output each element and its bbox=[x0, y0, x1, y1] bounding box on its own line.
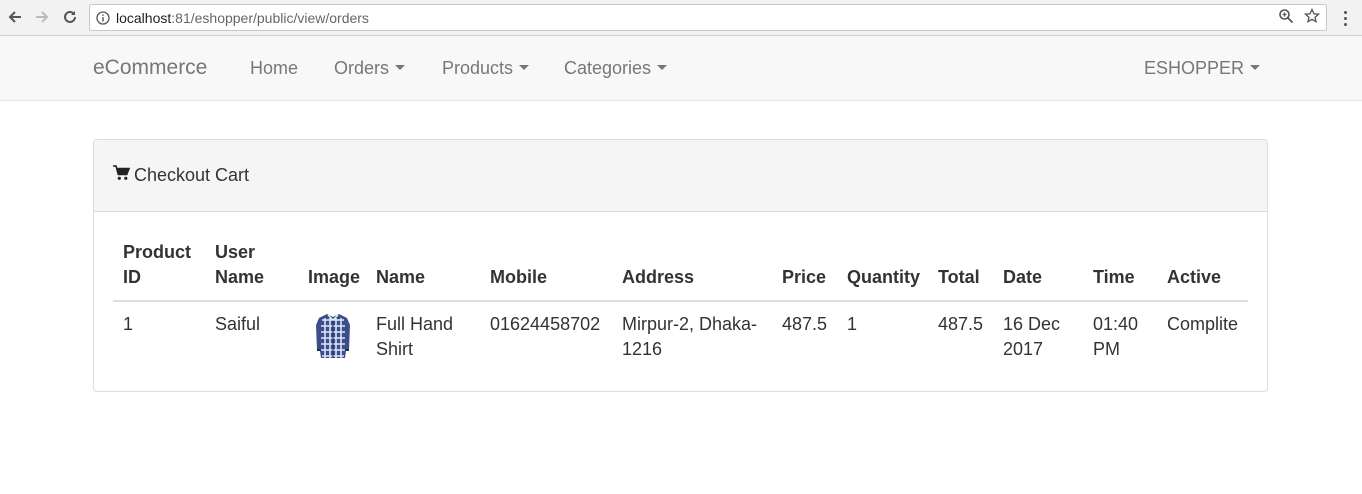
star-bookmark-icon[interactable] bbox=[1303, 7, 1321, 29]
header-user-name-line2: Name bbox=[215, 267, 265, 287]
cell-name-line2: Shirt bbox=[376, 339, 414, 359]
url-path: :81/eshopper/public/view/orders bbox=[171, 9, 369, 26]
cell-mobile: 01624458702 bbox=[490, 314, 601, 334]
header-user-name: User Name bbox=[215, 240, 264, 290]
table-row: 1 Saiful Full Hand Shirt 01624458702 Mir… bbox=[113, 302, 1248, 372]
shopping-cart-icon bbox=[113, 165, 131, 186]
header-mobile: Mobile bbox=[490, 267, 547, 287]
table-header-row: Product ID User Name Image Name Mobile A… bbox=[113, 240, 1248, 302]
caret-down-icon bbox=[395, 64, 406, 70]
browser-toolbar: localhost:81/eshopper/public/view/orders bbox=[0, 0, 1362, 36]
url-text: localhost:81/eshopper/public/view/orders bbox=[116, 10, 369, 26]
header-active: Active bbox=[1167, 267, 1222, 287]
panel-title: Checkout Cart bbox=[134, 165, 250, 185]
reload-button[interactable] bbox=[58, 5, 82, 29]
browser-menu-icon[interactable] bbox=[1337, 6, 1353, 30]
nav-categories-label: Categories bbox=[564, 58, 652, 78]
cell-time: 01:40 PM bbox=[1093, 312, 1138, 362]
panel-heading: Checkout Cart bbox=[94, 140, 1267, 212]
header-product-id-line2: ID bbox=[123, 267, 141, 287]
checkout-cart-panel: Checkout Cart Product ID User Name Image… bbox=[93, 139, 1268, 392]
cell-time-line1: 01:40 bbox=[1093, 314, 1139, 334]
header-address: Address bbox=[622, 267, 695, 287]
nav-orders-label: Orders bbox=[334, 58, 390, 78]
address-bar[interactable]: localhost:81/eshopper/public/view/orders bbox=[89, 4, 1327, 31]
cell-name-line1: Full Hand bbox=[376, 314, 454, 334]
nav-products-label: Products bbox=[442, 58, 514, 78]
cell-total: 487.5 bbox=[938, 314, 984, 334]
header-product-id: Product ID bbox=[123, 240, 191, 290]
cell-address-line1: Mirpur-2, Dhaka- bbox=[622, 314, 758, 334]
nav-home[interactable]: Home bbox=[250, 58, 298, 79]
cell-date: 16 Dec 2017 bbox=[1003, 312, 1060, 362]
cell-name: Full Hand Shirt bbox=[376, 312, 453, 362]
cell-user-name: Saiful bbox=[215, 314, 261, 334]
url-host: localhost bbox=[116, 9, 172, 26]
caret-down-icon bbox=[657, 64, 668, 70]
header-time: Time bbox=[1093, 267, 1135, 287]
user-menu-label: ESHOPPER bbox=[1144, 58, 1245, 78]
nav-orders-dropdown[interactable]: Orders bbox=[334, 58, 406, 79]
nav-categories-dropdown[interactable]: Categories bbox=[564, 58, 668, 79]
header-total: Total bbox=[938, 267, 980, 287]
header-name: Name bbox=[376, 267, 426, 287]
brand-link[interactable]: eCommerce bbox=[93, 56, 207, 80]
cell-quantity: 1 bbox=[847, 314, 858, 334]
cell-price: 487.5 bbox=[782, 314, 828, 334]
caret-down-icon bbox=[1250, 64, 1261, 70]
cell-address-line2: 1216 bbox=[622, 339, 663, 359]
cell-product-id: 1 bbox=[123, 314, 134, 334]
header-image: Image bbox=[308, 267, 361, 287]
nav-products-dropdown[interactable]: Products bbox=[442, 58, 530, 79]
caret-down-icon bbox=[519, 64, 530, 70]
cell-address: Mirpur-2, Dhaka- 1216 bbox=[622, 312, 757, 362]
info-icon[interactable] bbox=[90, 4, 116, 31]
reload-icon bbox=[64, 10, 76, 23]
back-button[interactable] bbox=[3, 5, 27, 29]
header-price: Price bbox=[782, 267, 827, 287]
cell-date-line2: 2017 bbox=[1003, 339, 1044, 359]
header-user-name-line1: User bbox=[215, 242, 256, 262]
cell-date-line1: 16 Dec bbox=[1003, 314, 1061, 334]
user-menu-dropdown[interactable]: ESHOPPER bbox=[1144, 58, 1261, 79]
header-product-id-line1: Product bbox=[123, 242, 192, 262]
header-quantity: Quantity bbox=[847, 267, 921, 287]
header-date: Date bbox=[1003, 267, 1043, 287]
arrow-left-icon bbox=[8, 11, 21, 23]
arrow-right-icon bbox=[36, 11, 49, 23]
cell-active-status: Complite bbox=[1167, 314, 1239, 334]
zoom-icon[interactable] bbox=[1278, 8, 1294, 29]
forward-button[interactable] bbox=[30, 5, 54, 29]
top-navbar: eCommerce Home Orders Products Categorie… bbox=[0, 36, 1362, 101]
nav-home-label: Home bbox=[250, 58, 299, 78]
cell-time-line2: PM bbox=[1093, 339, 1120, 359]
product-shirt-image bbox=[314, 312, 352, 360]
